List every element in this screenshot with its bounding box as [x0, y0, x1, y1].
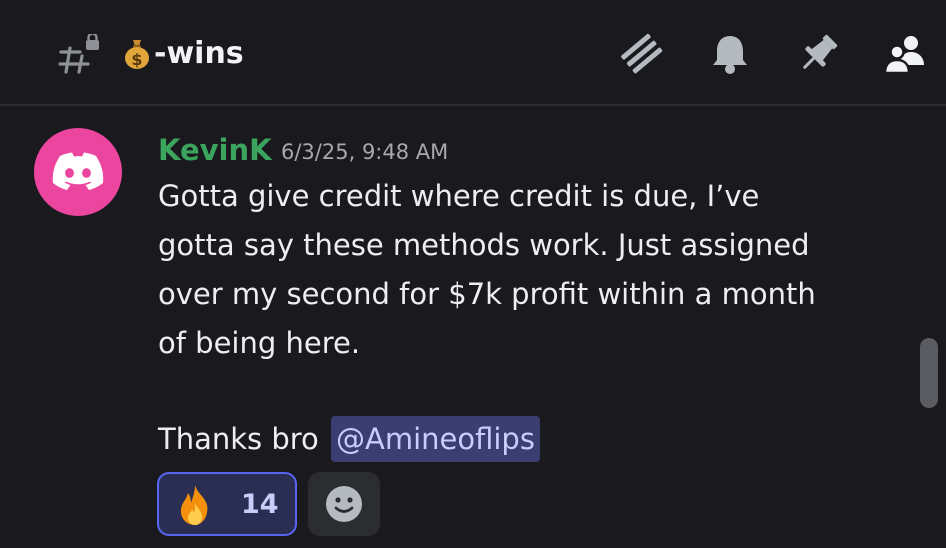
message-thanks-text: Thanks bro [158, 422, 319, 456]
message-line: of being here. [158, 326, 361, 360]
svg-text:$: $ [131, 50, 142, 69]
fire-icon [180, 485, 208, 525]
user-mention[interactable]: @Amineoflips [331, 416, 540, 462]
pin-icon[interactable] [794, 30, 842, 78]
add-reaction-button[interactable] [308, 472, 380, 536]
members-icon[interactable] [882, 30, 930, 78]
money-bag-icon: $ [125, 40, 149, 69]
channel-name: -wins [154, 36, 244, 71]
discord-logo-icon [52, 152, 104, 190]
message-timestamp: 6/3/25, 9:48 AM [281, 140, 449, 164]
smiley-icon [326, 486, 362, 522]
message-line: over my second for $7k profit within a m… [158, 277, 816, 311]
channel-header: $ -wins [0, 0, 946, 106]
scrollbar-thumb[interactable] [920, 338, 938, 408]
avatar[interactable] [34, 128, 122, 216]
message-content: Gotta give credit where credit is due, I… [158, 172, 858, 368]
locked-channel-hash-icon [58, 34, 99, 74]
threads-icon[interactable] [618, 30, 666, 78]
reaction-count: 14 [241, 489, 279, 520]
message-line: Gotta give credit where credit is due, I… [158, 179, 760, 213]
bell-icon[interactable] [706, 30, 754, 78]
message-line: gotta say these methods work. Just assig… [158, 228, 810, 262]
reaction-fire[interactable]: 14 [157, 472, 297, 536]
message-author[interactable]: KevinK [158, 132, 272, 168]
